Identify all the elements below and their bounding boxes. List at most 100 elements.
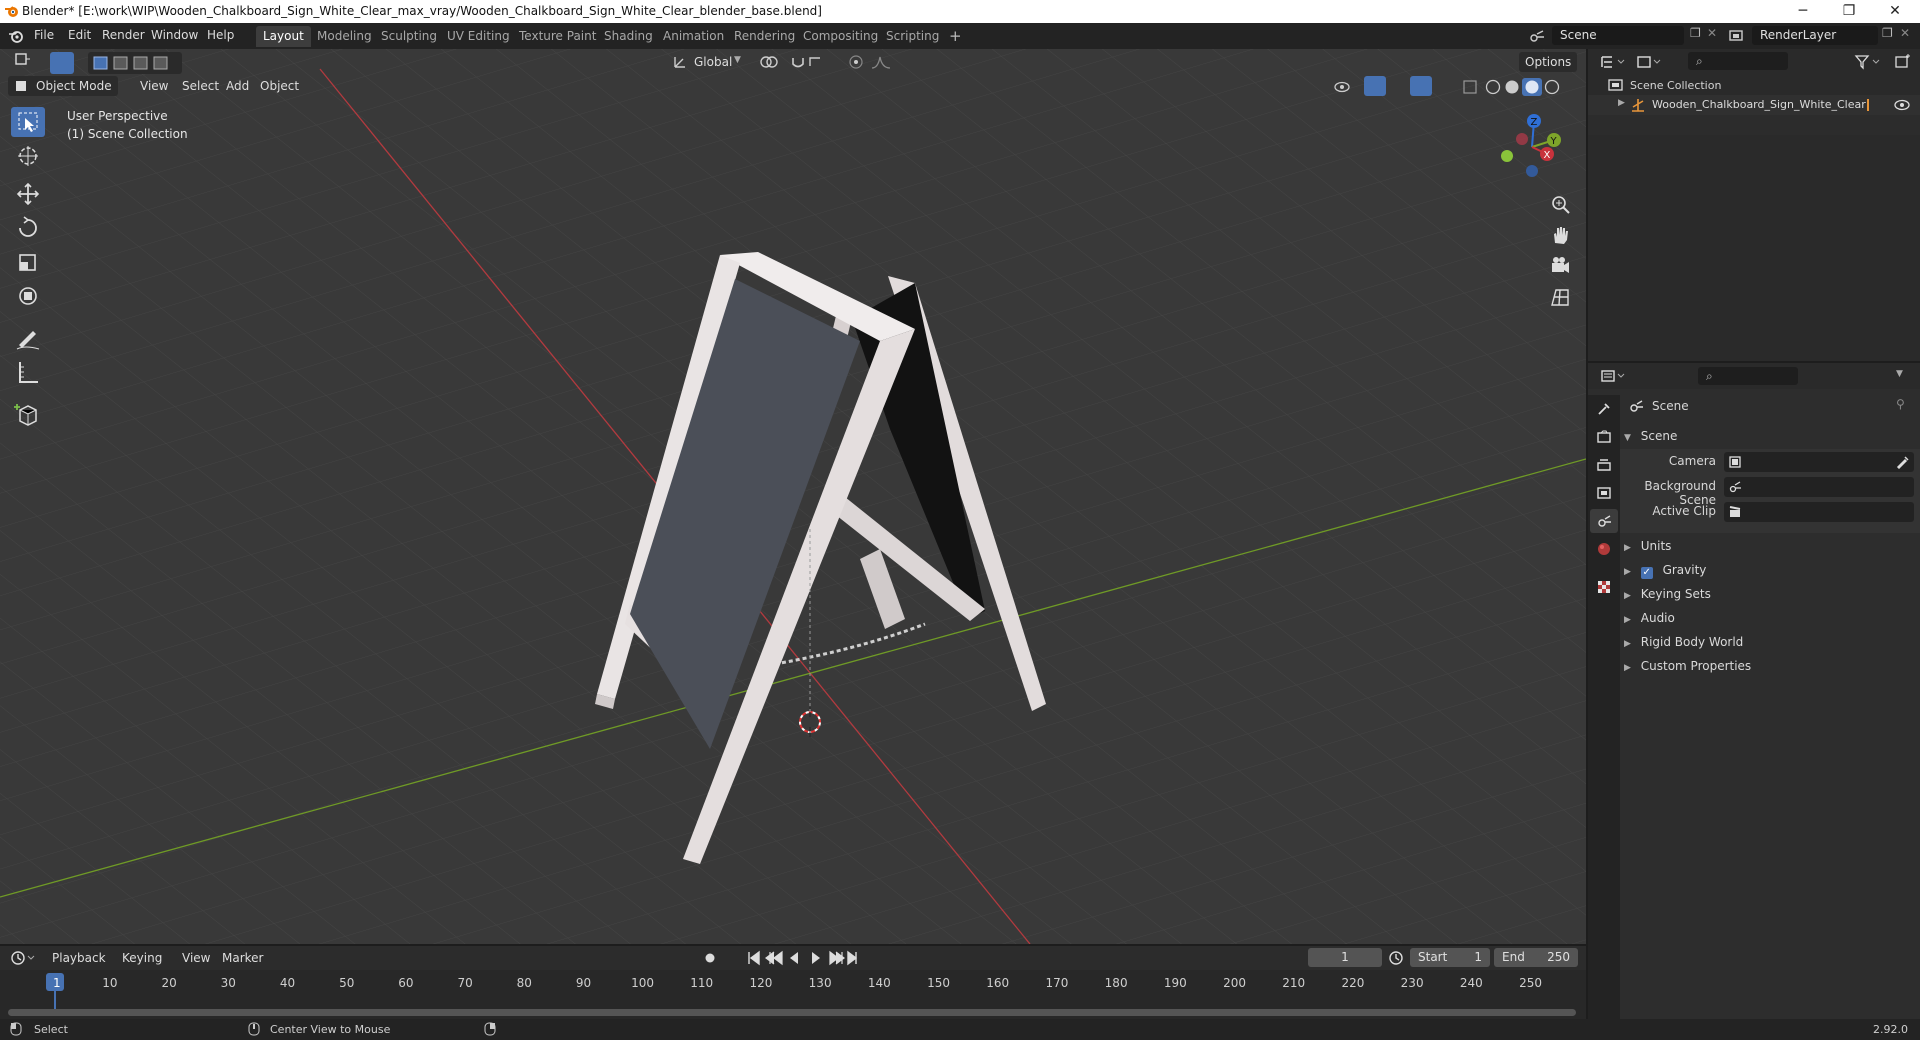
- output-tab-icon[interactable]: [1596, 457, 1612, 473]
- editor-type-button[interactable]: [8, 52, 38, 72]
- ortho-grid-icon[interactable]: [1548, 285, 1572, 309]
- tab-animation[interactable]: Animation: [656, 26, 731, 47]
- scene-tab-active[interactable]: [1590, 509, 1618, 533]
- outliner-search-input[interactable]: ⌕: [1688, 52, 1788, 70]
- tab-modeling[interactable]: Modeling: [310, 26, 379, 47]
- texture-tab-icon[interactable]: [1596, 579, 1612, 595]
- tool-measure[interactable]: [11, 357, 45, 387]
- tool-add-cube[interactable]: [11, 399, 45, 429]
- menu-render[interactable]: Render: [102, 28, 145, 42]
- eye-icon[interactable]: [1894, 98, 1910, 112]
- zoom-icon[interactable]: [1548, 193, 1572, 217]
- display-mode-icon[interactable]: [1636, 54, 1664, 70]
- tool-rotate[interactable]: [11, 213, 45, 243]
- 3d-viewport[interactable]: Global ▼ Options Object Mode View Select…: [0, 49, 1586, 944]
- timeline-editor-icon[interactable]: [10, 950, 38, 966]
- render-tab-icon[interactable]: [1596, 429, 1612, 445]
- panel-audio[interactable]: ▶ Audio: [1624, 607, 1916, 629]
- eyedropper-icon[interactable]: [1896, 455, 1910, 469]
- current-frame-field[interactable]: 1: [1308, 948, 1382, 967]
- minimize-button[interactable]: ─: [1780, 0, 1826, 23]
- navigation-gizmo[interactable]: Z Y X: [1492, 111, 1570, 187]
- selection-mode-group[interactable]: [88, 52, 182, 74]
- menu-help[interactable]: Help: [207, 28, 234, 42]
- gravity-checkbox[interactable]: ✓: [1640, 567, 1653, 579]
- tool-transform[interactable]: [11, 281, 45, 311]
- menu-view[interactable]: View: [134, 76, 174, 96]
- pin-icon[interactable]: ⚲: [1896, 397, 1905, 411]
- chevron-down-icon[interactable]: ▼: [734, 55, 741, 65]
- xray-icon[interactable]: [1462, 79, 1478, 95]
- tab-texture-paint[interactable]: Texture Paint: [512, 26, 603, 47]
- tool-select-box[interactable]: [11, 107, 45, 137]
- tab-layout[interactable]: Layout: [256, 26, 311, 47]
- tool-annotate[interactable]: [11, 323, 45, 353]
- delete-scene-icon[interactable]: ✕: [1707, 26, 1717, 40]
- menu-window[interactable]: Window: [151, 28, 198, 42]
- panel-gravity[interactable]: ▶ ✓ Gravity: [1624, 559, 1916, 581]
- start-frame-field[interactable]: Start 1: [1410, 948, 1490, 967]
- tab-compositing[interactable]: Compositing: [796, 26, 885, 47]
- scene-field[interactable]: Scene: [1552, 26, 1684, 45]
- menu-select[interactable]: Select: [176, 76, 225, 96]
- expand-arrow-icon[interactable]: ▶: [1618, 98, 1625, 108]
- snap-icon[interactable]: [790, 54, 824, 70]
- renderlayer-field[interactable]: RenderLayer: [1752, 26, 1878, 45]
- properties-search-input[interactable]: ⌕: [1698, 367, 1798, 385]
- new-collection-icon[interactable]: [1894, 54, 1912, 70]
- new-renderlayer-icon[interactable]: ❐: [1882, 26, 1893, 40]
- menu-timeline-view[interactable]: View: [176, 948, 216, 968]
- proportional-editing-icon[interactable]: [848, 54, 864, 70]
- tab-shading[interactable]: Shading: [597, 26, 660, 47]
- tool-move[interactable]: [11, 179, 45, 209]
- blender-menu-icon[interactable]: [8, 28, 24, 44]
- view-layer-tab-icon[interactable]: [1596, 485, 1612, 501]
- visibility-icon[interactable]: [1333, 79, 1353, 95]
- menu-keying[interactable]: Keying: [116, 948, 168, 968]
- timeline-scrollbar[interactable]: [8, 1009, 1576, 1016]
- world-tab-icon[interactable]: [1596, 541, 1612, 557]
- tool-scale[interactable]: [11, 247, 45, 277]
- properties-editor-icon[interactable]: [1600, 368, 1628, 384]
- scene-collection-row[interactable]: Scene Collection: [1608, 75, 1721, 95]
- menu-playback[interactable]: Playback: [46, 948, 112, 968]
- panel-keying-sets[interactable]: ▶ Keying Sets: [1624, 583, 1916, 605]
- menu-file[interactable]: File: [34, 28, 54, 42]
- active-clip-field[interactable]: [1724, 502, 1914, 522]
- end-frame-field[interactable]: End 250: [1494, 948, 1578, 967]
- new-scene-icon[interactable]: ❐: [1690, 26, 1701, 40]
- tool-cursor[interactable]: [11, 141, 45, 171]
- menu-edit[interactable]: Edit: [68, 28, 91, 42]
- menu-add[interactable]: Add: [220, 76, 255, 96]
- outliner-editor-icon[interactable]: [1600, 54, 1628, 70]
- delete-renderlayer-icon[interactable]: ✕: [1900, 26, 1910, 40]
- menu-marker[interactable]: Marker: [216, 948, 269, 968]
- tab-uv-editing[interactable]: UV Editing: [440, 26, 517, 47]
- add-workspace-button[interactable]: +: [942, 26, 969, 47]
- background-scene-field[interactable]: [1724, 477, 1914, 497]
- camera-view-icon[interactable]: [1548, 254, 1572, 278]
- select-tool-icon[interactable]: [50, 52, 74, 74]
- tab-sculpting[interactable]: Sculpting: [374, 26, 444, 47]
- close-button[interactable]: ✕: [1872, 0, 1918, 23]
- panel-scene-header[interactable]: ▼ Scene: [1624, 425, 1916, 447]
- preview-range-icon[interactable]: [1388, 950, 1404, 966]
- menu-object[interactable]: Object: [254, 76, 305, 96]
- falloff-icon[interactable]: [870, 54, 892, 70]
- overlay-toggle-icon[interactable]: [1410, 76, 1432, 96]
- playback-controls[interactable]: [746, 950, 858, 966]
- shading-modes-icon[interactable]: [1484, 78, 1564, 96]
- tab-rendering[interactable]: Rendering: [727, 26, 802, 47]
- outliner-item-row[interactable]: ▶ Wooden_Chalkboard_Sign_White_Clear: [1588, 95, 1920, 115]
- tool-tab-icon[interactable]: [1596, 401, 1612, 417]
- camera-field[interactable]: [1724, 452, 1914, 472]
- gizmo-toggle-icon[interactable]: [1364, 76, 1386, 96]
- maximize-button[interactable]: ❐: [1826, 0, 1872, 23]
- transform-orientation-dropdown[interactable]: Global: [688, 52, 738, 72]
- render-layer-icon[interactable]: [1728, 28, 1746, 44]
- pan-hand-icon[interactable]: [1548, 223, 1572, 247]
- scene-icon[interactable]: [1528, 28, 1546, 44]
- options-dropdown[interactable]: Options: [1519, 52, 1578, 72]
- pivot-point-icon[interactable]: [758, 54, 780, 70]
- panel-rigid-body-world[interactable]: ▶ Rigid Body World: [1624, 631, 1916, 653]
